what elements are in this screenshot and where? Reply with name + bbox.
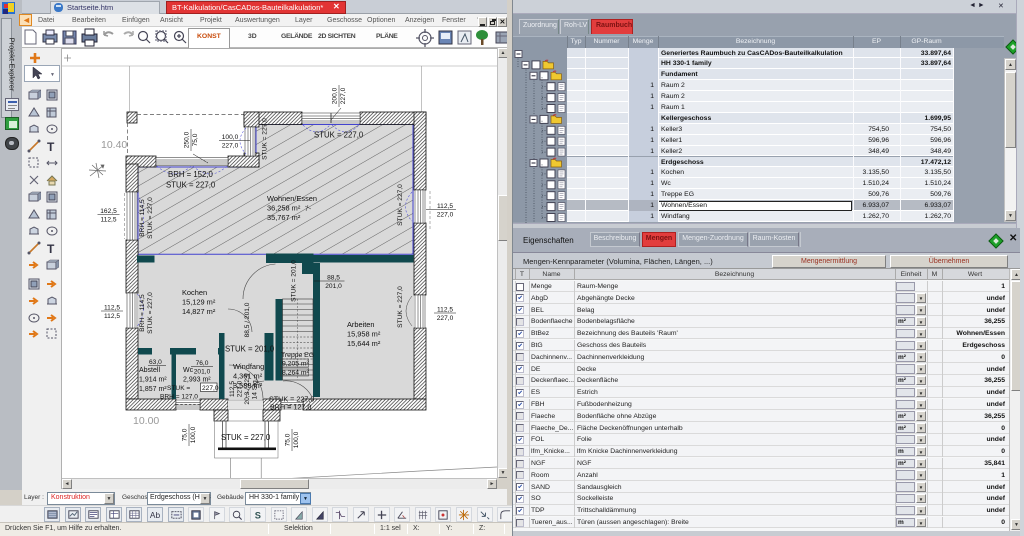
svg-text:Abstell: Abstell xyxy=(139,367,160,374)
svg-text:4,361 m²: 4,361 m² xyxy=(233,372,263,381)
svg-text:88,5: 88,5 xyxy=(327,275,340,282)
svg-text:15,129 m²: 15,129 m² xyxy=(182,298,216,307)
svg-text:14,827 m²: 14,827 m² xyxy=(182,307,216,316)
svg-text:35,767 m²: 35,767 m² xyxy=(267,213,301,222)
svg-text:100,0: 100,0 xyxy=(293,431,300,448)
svg-text:100,0: 100,0 xyxy=(222,134,239,141)
svg-text:112,5: 112,5 xyxy=(100,217,116,224)
svg-text:STUK = 201,0: STUK = 201,0 xyxy=(291,260,298,302)
svg-text:STUK = 227,0: STUK = 227,0 xyxy=(147,292,154,334)
svg-text:10.00: 10.00 xyxy=(133,415,159,427)
svg-text:201,0: 201,0 xyxy=(194,369,211,376)
svg-text:BRH = 127,0: BRH = 127,0 xyxy=(270,403,311,412)
svg-text:75,0: 75,0 xyxy=(192,133,199,146)
svg-text:112,5: 112,5 xyxy=(104,305,120,312)
svg-text:9,205 m²: 9,205 m² xyxy=(282,361,310,368)
svg-text:200,0: 200,0 xyxy=(332,87,339,104)
svg-text:250,0: 250,0 xyxy=(184,131,191,148)
svg-text:Ab: Ab xyxy=(150,510,161,520)
svg-text:STUK = 227,0: STUK = 227,0 xyxy=(147,197,154,239)
svg-text:STUK = 227,0: STUK = 227,0 xyxy=(397,184,404,226)
svg-text:227,0: 227,0 xyxy=(202,385,219,392)
svg-text:Wc: Wc xyxy=(183,367,194,374)
svg-text:76,0: 76,0 xyxy=(196,360,209,367)
svg-text:1,914 m²: 1,914 m² xyxy=(139,377,167,384)
svg-text:Wohnen/Essen: Wohnen/Essen xyxy=(267,194,317,203)
svg-text:STUK = 227,0: STUK = 227,0 xyxy=(166,181,216,190)
svg-text:100,0: 100,0 xyxy=(190,426,197,443)
svg-text:15,958 m²: 15,958 m² xyxy=(347,330,381,339)
svg-text:BRH = 114,5: BRH = 114,5 xyxy=(139,294,146,332)
svg-text:STUK = 227,0: STUK = 227,0 xyxy=(314,131,364,140)
svg-text:T: T xyxy=(47,140,55,154)
svg-text:3,588 m²: 3,588 m² xyxy=(233,381,263,390)
svg-text:BRH = 114,5: BRH = 114,5 xyxy=(139,199,146,237)
svg-text:227,0: 227,0 xyxy=(437,315,454,322)
svg-text:162,5: 162,5 xyxy=(100,208,117,215)
svg-text:Windfang: Windfang xyxy=(233,362,264,371)
svg-text:227,0: 227,0 xyxy=(222,143,239,150)
svg-text:STUK =: STUK = xyxy=(167,385,190,392)
svg-text:STUK = 201,0: STUK = 201,0 xyxy=(225,345,275,354)
svg-text:227,0: 227,0 xyxy=(437,212,454,219)
svg-text:8,264 m²: 8,264 m² xyxy=(282,370,310,377)
svg-text:S: S xyxy=(255,510,261,520)
svg-text:Kochen: Kochen xyxy=(182,288,207,297)
svg-text:STUK = 227,0: STUK = 227,0 xyxy=(262,118,269,160)
svg-text:15,644 m²: 15,644 m² xyxy=(347,339,381,348)
svg-text:36,258 m²: 36,258 m² xyxy=(267,204,301,213)
svg-text:63,0: 63,0 xyxy=(149,359,162,366)
svg-text:227,0: 227,0 xyxy=(340,87,347,104)
svg-text:STUK = 227,0: STUK = 227,0 xyxy=(397,286,404,328)
svg-text:T: T xyxy=(47,242,55,256)
svg-text:112,5: 112,5 xyxy=(437,307,453,314)
svg-text:112,5: 112,5 xyxy=(104,313,120,320)
svg-text:BRH = 152,0: BRH = 152,0 xyxy=(168,170,214,179)
svg-text:10.40: 10.40 xyxy=(101,139,127,151)
svg-text:2,993 m²: 2,993 m² xyxy=(183,377,211,384)
svg-text:112,5: 112,5 xyxy=(437,203,453,210)
svg-text:Treppe EG: Treppe EG xyxy=(281,352,314,359)
svg-text:75,0: 75,0 xyxy=(182,428,189,441)
svg-text:1,857 m²: 1,857 m² xyxy=(139,386,167,393)
svg-text:BRH = 127,0: BRH = 127,0 xyxy=(160,394,198,401)
svg-text:Arbeiten: Arbeiten xyxy=(347,320,375,329)
svg-text:201,0: 201,0 xyxy=(325,283,342,290)
svg-text:75,0: 75,0 xyxy=(285,433,292,446)
svg-text:88,5 / 201,0: 88,5 / 201,0 xyxy=(244,302,251,337)
svg-text:STUK = 227,0: STUK = 227,0 xyxy=(221,433,271,442)
